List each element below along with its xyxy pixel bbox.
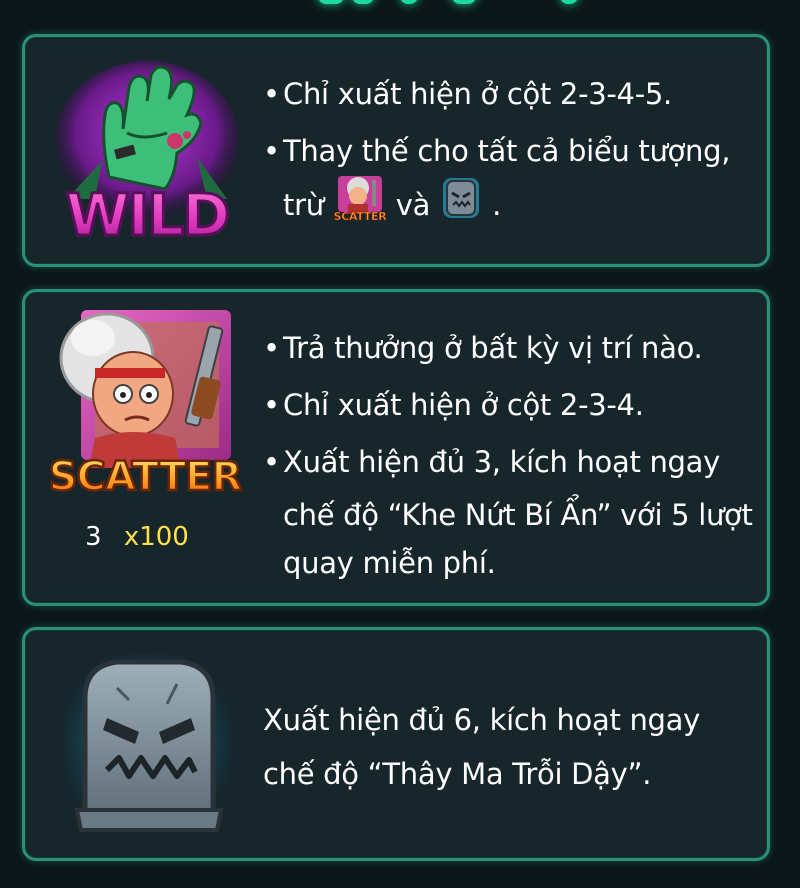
top-header-fragment — [0, 0, 800, 26]
wild-rule-2-continuation: trừ SCATTER và . — [263, 175, 730, 230]
scatter-granny-icon: SCATTER — [333, 174, 388, 237]
scatter-rules: • Trả thưởng ở bất kỳ vị trí nào. • Chỉ xu… — [263, 320, 753, 587]
scatter-rule-3-line-2: chế độ “Khe Nứt Bí Ẩn” với 5 lượt — [283, 498, 753, 532]
zombie-hand-wild-icon: WILD — [47, 49, 247, 251]
svg-text:SCATTER: SCATTER — [334, 210, 386, 222]
scatter-rule-3: • Xuất hiện đủ 3, kích hoạt ngay — [263, 445, 720, 479]
wild-rules: • Chỉ xuất hiện ở cột 2-3-4-5. • Thay thế … — [263, 72, 730, 230]
granny-with-shotgun-icon: SCATTER — [37, 298, 247, 508]
wild-rule-1: • Chỉ xuất hiện ở cột 2-3-4-5. — [263, 77, 672, 111]
tombstone-rule-line-1: Xuất hiện đủ 6, kích hoạt ngay — [263, 703, 700, 737]
wild-rule-2: • Thay thế cho tất cả biểu tượng, — [263, 134, 731, 168]
scatter-rule-3-line-3: quay miễn phí. — [283, 546, 496, 580]
payout-multiplier: x100 — [123, 522, 189, 552]
scatter-payout: 3 x100 — [85, 522, 189, 552]
tombstone-icon — [440, 175, 482, 236]
scatter-rule-2: • Chỉ xuất hiện ở cột 2-3-4. — [263, 388, 644, 422]
scatter-symbol-panel: SCATTER 3 x100 • Trả thưởng ở bất kỳ vị t… — [22, 289, 770, 606]
tombstone-rules: Xuất hiện đủ 6, kích hoạt ngay chế độ “T… — [263, 693, 700, 801]
scatter-rule-1: • Trả thưởng ở bất kỳ vị trí nào. — [263, 331, 703, 365]
tombstone-icon — [57, 648, 237, 838]
tombstone-symbol-panel: Xuất hiện đủ 6, kích hoạt ngay chế độ “T… — [22, 627, 770, 861]
tombstone-rule-line-2: chế độ “Thây Ma Trỗi Dậy”. — [263, 757, 652, 791]
svg-text:WILD: WILD — [66, 181, 229, 249]
payout-count: 3 — [85, 522, 102, 552]
wild-symbol-panel: WILD • Chỉ xuất hiện ở cột 2-3-4-5. • Thay… — [22, 34, 770, 267]
svg-text:SCATTER: SCATTER — [49, 454, 242, 500]
